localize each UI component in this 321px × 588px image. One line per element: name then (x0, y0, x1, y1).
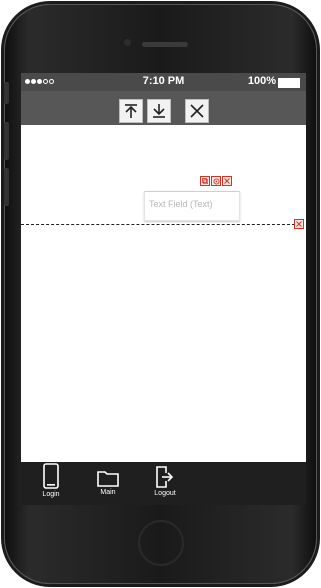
phone-device-icon (43, 463, 59, 489)
status-bar: 7:10 PM 100% (21, 73, 306, 91)
tab-label: Logout (154, 490, 176, 497)
home-button[interactable] (138, 520, 184, 566)
download-button[interactable] (147, 99, 171, 123)
battery-icon (278, 78, 300, 88)
mute-switch (4, 82, 9, 104)
volume-up-button (4, 122, 9, 160)
guide-line[interactable] (21, 224, 295, 225)
copy-icon[interactable] (200, 176, 210, 186)
battery-percent: 100% (247, 75, 276, 87)
tab-label: Main (100, 489, 116, 496)
logout-icon (156, 466, 174, 488)
front-camera (124, 39, 131, 46)
tab-login[interactable]: Login (31, 462, 71, 505)
design-canvas[interactable]: Text Field (Text) (21, 125, 306, 462)
close-icon[interactable] (294, 219, 304, 229)
widget-toolbar (200, 176, 232, 186)
arrow-up-to-line-icon (125, 104, 137, 118)
arrow-down-to-line-icon (153, 104, 165, 118)
nav-bar: n (21, 91, 306, 125)
folder-icon (97, 471, 119, 487)
volume-down-button (4, 168, 9, 206)
close-icon[interactable] (222, 176, 232, 186)
text-field[interactable]: Text Field (Text) (144, 191, 240, 221)
speaker-grille (142, 42, 188, 47)
tab-main[interactable]: Main (88, 462, 128, 505)
settings-icon[interactable] (211, 176, 221, 186)
close-button[interactable] (185, 99, 209, 123)
phone-screen: 7:10 PM 100% n (21, 73, 306, 505)
close-icon (190, 104, 204, 118)
upload-top-button[interactable] (119, 99, 143, 123)
tab-logout[interactable]: Logout (145, 462, 185, 505)
tab-label: Login (42, 491, 60, 498)
tab-bar: Login Main Logout (21, 462, 306, 505)
